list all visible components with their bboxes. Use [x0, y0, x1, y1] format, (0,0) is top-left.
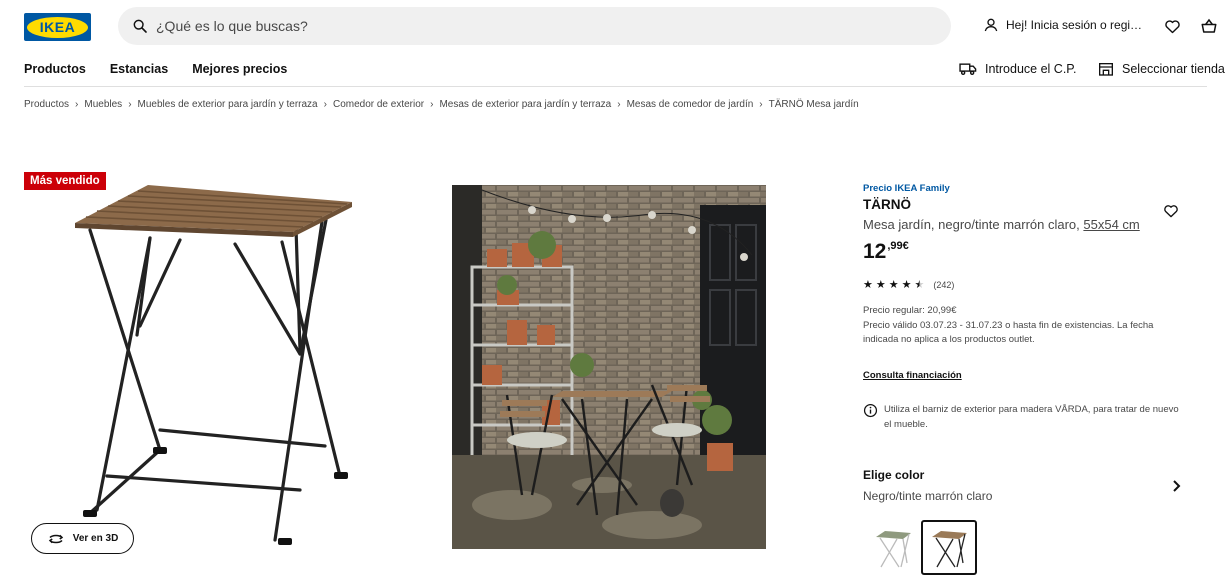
- breadcrumb-item[interactable]: Muebles: [84, 99, 122, 110]
- view-3d-button[interactable]: Ver en 3D: [31, 523, 134, 554]
- financing-link[interactable]: Consulta financiación: [863, 370, 962, 381]
- star-full-icon: ★: [888, 279, 899, 291]
- breadcrumb-item[interactable]: Mesas de comedor de jardín: [627, 99, 754, 110]
- header-divider: [24, 86, 1207, 87]
- color-option-white[interactable]: [865, 520, 921, 575]
- star-full-icon: ★: [901, 279, 912, 291]
- price-integer: 12: [863, 240, 887, 263]
- product-name: TÄRNÖ: [863, 197, 911, 212]
- price-validity: Precio válido 03.07.23 - 31.07.23 o hast…: [863, 320, 1154, 345]
- breadcrumb-separator: ›: [759, 99, 763, 110]
- product-description: Mesa jardín, negro/tinte marrón claro, 5…: [863, 217, 1140, 232]
- store-link[interactable]: Seleccionar tienda: [1098, 61, 1225, 77]
- logo-text: IKEA: [39, 19, 76, 35]
- account-label: Hej! Inicia sesión o regi…: [1006, 18, 1143, 32]
- breadcrumb-separator: ›: [75, 99, 79, 110]
- family-price-label: Precio IKEA Family: [863, 183, 950, 194]
- breadcrumb-item[interactable]: Productos: [24, 99, 69, 110]
- search-icon: [133, 19, 147, 33]
- star-full-icon: ★: [863, 279, 873, 291]
- chevron-right-icon[interactable]: [1170, 479, 1182, 498]
- view-3d-label: Ver en 3D: [72, 533, 119, 544]
- star-half-icon: ★: [914, 279, 925, 291]
- favourites-icon[interactable]: [1163, 17, 1181, 35]
- search-input[interactable]: [156, 18, 856, 34]
- price-decimal: ,99€: [887, 240, 909, 252]
- store-icon: [1099, 62, 1113, 76]
- regular-price: Precio regular: 20,99€: [863, 305, 957, 316]
- nav-productos[interactable]: Productos: [24, 62, 86, 76]
- nav-estancias[interactable]: Estancias: [110, 62, 168, 76]
- breadcrumb-item[interactable]: Muebles de exterior para jardín y terraz…: [138, 99, 318, 110]
- star-full-icon: ★: [875, 279, 886, 291]
- breadcrumb-current: TÄRNÖ Mesa jardín: [768, 99, 859, 110]
- care-info-text: Utiliza el barniz de exterior para mader…: [884, 404, 1179, 430]
- breadcrumb-separator: ›: [430, 99, 434, 110]
- rating[interactable]: ★ ★ ★ ★ ★ (242): [863, 278, 954, 291]
- postcode-link[interactable]: Introduce el C.P.: [959, 61, 1077, 77]
- breadcrumb-item[interactable]: Comedor de exterior: [333, 99, 424, 110]
- shopping-bag-icon[interactable]: [1200, 17, 1218, 35]
- rotate-3d-icon: [48, 534, 63, 543]
- info-icon: [863, 403, 878, 418]
- postcode-label: Introduce el C.P.: [985, 62, 1077, 76]
- color-option-black-brown[interactable]: [921, 520, 977, 575]
- breadcrumb-separator: ›: [617, 99, 621, 110]
- breadcrumb: Productos › Muebles › Muebles de exterior …: [24, 99, 859, 110]
- truck-icon: [959, 63, 977, 76]
- main-nav: Productos Estancias Mejores precios: [24, 62, 311, 76]
- breadcrumb-separator: ›: [128, 99, 132, 110]
- search-bar[interactable]: [118, 7, 951, 45]
- add-to-wishlist-button[interactable]: [1163, 203, 1179, 224]
- care-info: Utiliza el barniz de exterior para mader…: [863, 402, 1183, 432]
- breadcrumb-separator: ›: [323, 99, 327, 110]
- product-size-link[interactable]: 55x54 cm: [1083, 217, 1139, 232]
- logo-oval: IKEA: [27, 16, 88, 38]
- product-image-lifestyle[interactable]: [452, 185, 766, 549]
- choose-color-heading[interactable]: Elige color: [863, 468, 924, 482]
- white-table-thumbnail: [876, 530, 911, 567]
- selected-color: Negro/tinte marrón claro: [863, 489, 993, 503]
- product-image-table[interactable]: [60, 180, 370, 555]
- nav-mejores-precios[interactable]: Mejores precios: [192, 62, 287, 76]
- black-brown-table-thumbnail: [932, 530, 967, 567]
- product-description-text: Mesa jardín, negro/tinte marrón claro,: [863, 217, 1084, 232]
- account-link[interactable]: Hej! Inicia sesión o regi…: [983, 17, 1142, 33]
- user-icon: [984, 18, 998, 32]
- breadcrumb-item[interactable]: Mesas de exterior para jardín y terraza: [439, 99, 611, 110]
- product-price: 12,99€: [863, 240, 909, 264]
- heart-icon: [1164, 205, 1178, 218]
- ikea-logo[interactable]: IKEA: [24, 13, 91, 41]
- review-count: (242): [933, 279, 955, 290]
- store-label: Seleccionar tienda: [1122, 62, 1225, 76]
